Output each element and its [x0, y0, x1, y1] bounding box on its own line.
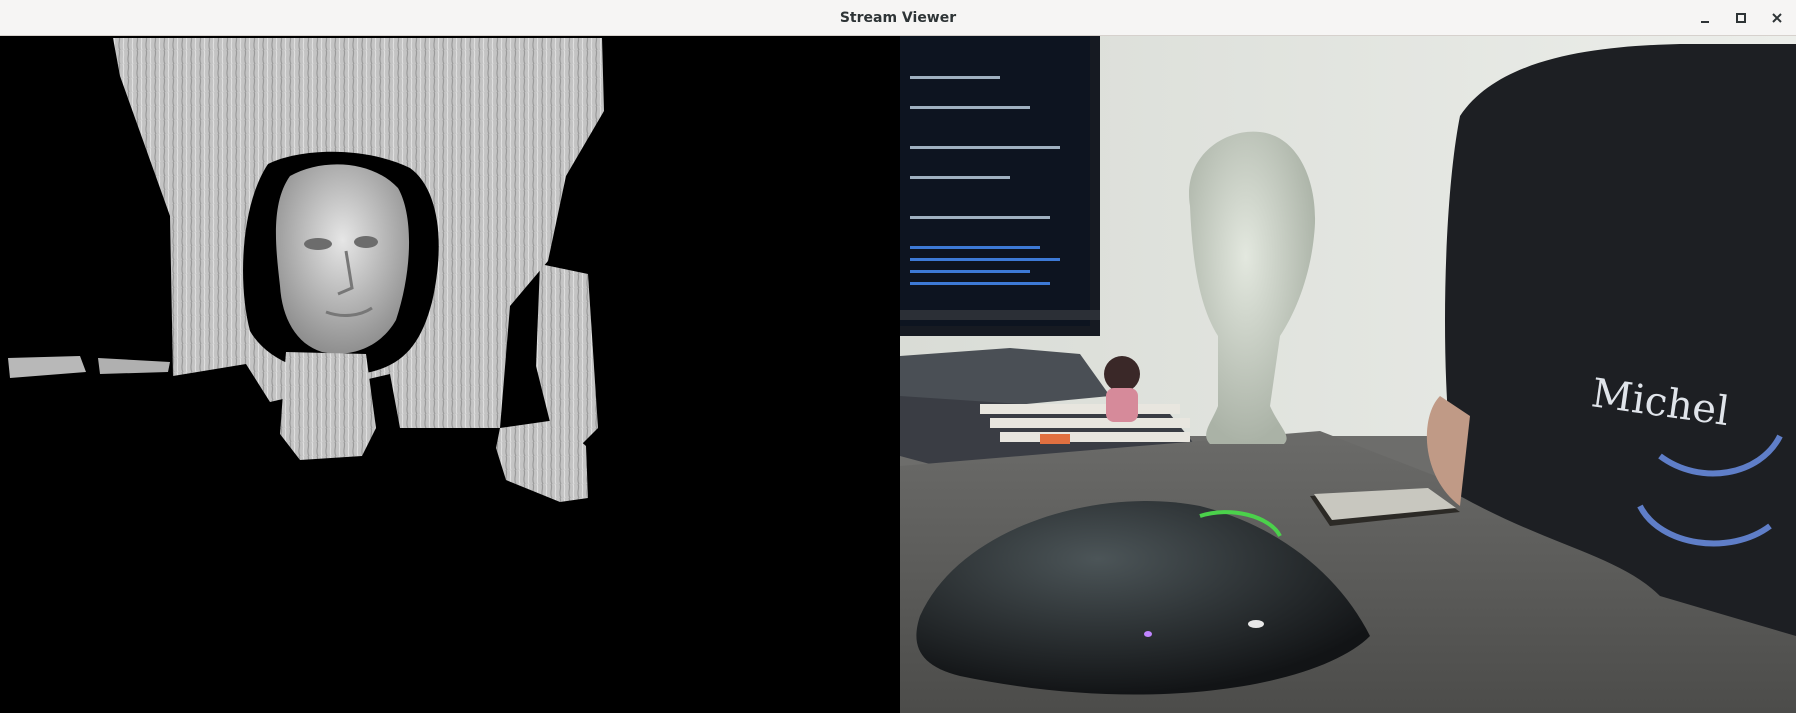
- close-button[interactable]: [1766, 7, 1788, 29]
- depth-stream-view: [0, 36, 900, 713]
- depth-frame: [8, 38, 604, 502]
- color-stream-view: Michel: [900, 36, 1796, 713]
- window-title: Stream Viewer: [839, 9, 957, 26]
- maximize-button[interactable]: [1730, 7, 1752, 29]
- close-icon: [1772, 13, 1782, 23]
- camera-frame: Michel: [900, 36, 1796, 713]
- window-controls: [1694, 0, 1788, 36]
- minimize-button[interactable]: [1694, 7, 1716, 29]
- stream-panes: Michel: [0, 36, 1796, 713]
- title-bar[interactable]: Stream Viewer: [0, 0, 1796, 36]
- maximize-icon: [1736, 13, 1746, 23]
- minimize-icon: [1701, 21, 1709, 23]
- stream-viewer-window: Stream Viewer Michel: [0, 0, 1796, 713]
